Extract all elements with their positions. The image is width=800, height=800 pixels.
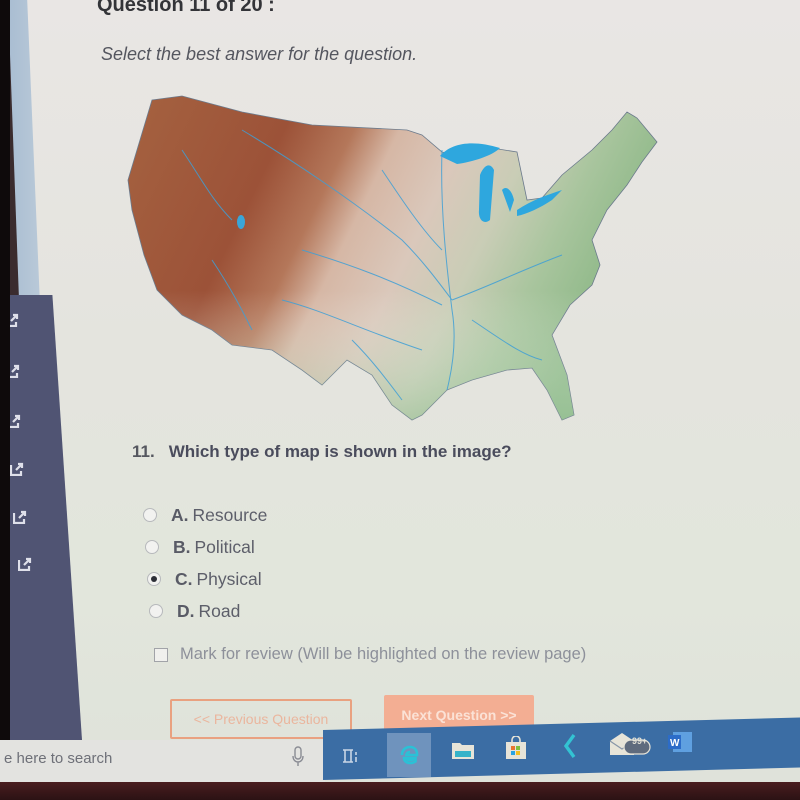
- option-b[interactable]: B. Political: [145, 531, 267, 563]
- option-letter: D.: [177, 600, 195, 621]
- review-label: Mark for review (Will be highlighted on …: [180, 645, 587, 663]
- screen-frame-bottom: [0, 782, 800, 800]
- review-checkbox[interactable]: [154, 647, 168, 662]
- option-a[interactable]: A. Resource: [143, 499, 267, 531]
- mail-badge: 99+: [632, 736, 648, 746]
- option-d[interactable]: D. Road: [149, 595, 267, 627]
- taskbar-search-placeholder[interactable]: e here to search: [4, 750, 112, 767]
- question-prompt: Which type of map is shown in the image?: [168, 442, 512, 461]
- map-image: [127, 95, 658, 421]
- option-label: Resource: [192, 504, 268, 525]
- radio-b[interactable]: [145, 540, 159, 554]
- radio-d[interactable]: [149, 604, 163, 618]
- external-link-icon[interactable]: [18, 557, 32, 571]
- option-letter: B.: [173, 536, 191, 557]
- radio-a[interactable]: [143, 508, 157, 522]
- option-label: Political: [194, 536, 255, 557]
- svg-text:W: W: [670, 738, 680, 749]
- mark-for-review[interactable]: Mark for review (Will be highlighted on …: [154, 645, 586, 664]
- instruction-text: Select the best answer for the question.: [101, 44, 418, 64]
- option-c[interactable]: C. Physical: [147, 563, 267, 595]
- option-label: Physical: [196, 568, 262, 589]
- question-text: 11. Which type of map is shown in the ima…: [132, 442, 512, 462]
- microphone-icon[interactable]: [290, 744, 306, 768]
- word-icon[interactable]: W: [660, 724, 700, 760]
- question-number: 11.: [132, 442, 155, 461]
- answer-options: A. Resource B. Political C. Physical D. …: [143, 499, 267, 627]
- file-explorer-icon[interactable]: [443, 732, 483, 768]
- edge-browser-icon[interactable]: [387, 733, 431, 777]
- app-icon[interactable]: [550, 728, 590, 764]
- option-letter: A.: [171, 504, 189, 525]
- screen: Question 11 of 20 : Select the best answ…: [0, 0, 800, 785]
- option-letter: C.: [175, 568, 193, 589]
- screen-bezel: [0, 0, 10, 800]
- radio-c-selected[interactable]: [147, 572, 161, 586]
- question-counter: Question 11 of 20 :: [97, 0, 275, 16]
- option-label: Road: [198, 600, 241, 621]
- us-physical-map: [122, 90, 667, 430]
- mail-icon[interactable]: 99+: [606, 726, 656, 762]
- external-link-icon[interactable]: [10, 462, 24, 476]
- store-icon[interactable]: [496, 730, 536, 766]
- task-view-icon[interactable]: [330, 738, 370, 774]
- external-link-icon[interactable]: [13, 510, 27, 524]
- salt-lake: [237, 215, 245, 229]
